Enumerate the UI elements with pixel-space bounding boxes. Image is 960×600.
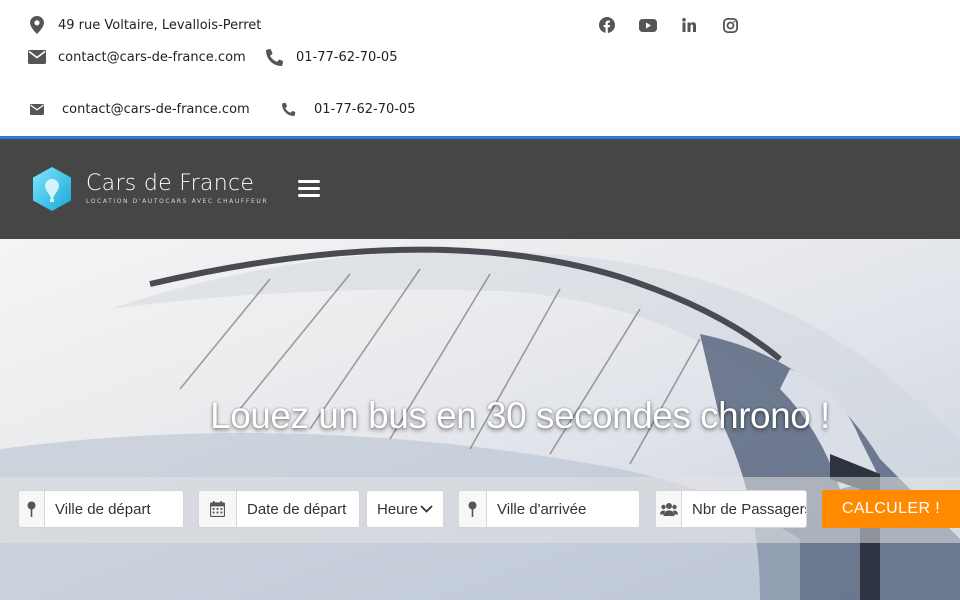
address-text: 49 rue Voltaire, Levallois-Perret bbox=[58, 17, 262, 33]
passengers-field[interactable]: Nbr de Passagers bbox=[655, 490, 807, 528]
phone-icon bbox=[266, 48, 284, 66]
email-link-secondary[interactable]: contact@cars-de-france.com bbox=[62, 102, 250, 117]
instagram-icon[interactable] bbox=[721, 15, 739, 35]
arrival-city-input[interactable]: Ville d'arrivée bbox=[486, 490, 640, 528]
linkedin-icon[interactable] bbox=[680, 15, 698, 35]
envelope-icon bbox=[28, 48, 46, 66]
chevron-down-icon bbox=[420, 505, 433, 513]
calendar-icon bbox=[198, 490, 236, 528]
phone-link-secondary[interactable]: 01-77-62-70-05 bbox=[314, 102, 415, 117]
brand-tagline: Location d'autocars avec chauffeur bbox=[86, 198, 269, 205]
phone-icon bbox=[280, 100, 298, 118]
hero-title: Louez un bus en 30 secondes chrono ! bbox=[210, 395, 830, 436]
phone-link[interactable]: 01-77-62-70-05 bbox=[296, 50, 397, 65]
address-row: 49 rue Voltaire, Levallois-Perret bbox=[28, 16, 261, 34]
users-icon bbox=[655, 490, 681, 528]
top-contact-bar: 49 rue Voltaire, Levallois-Perret contac… bbox=[0, 0, 960, 136]
map-pin-icon bbox=[458, 490, 486, 528]
social-links bbox=[598, 15, 739, 35]
hour-field[interactable]: Heure bbox=[366, 490, 444, 528]
phone-row[interactable]: 01-77-62-70-05 bbox=[266, 48, 397, 66]
facebook-icon[interactable] bbox=[598, 15, 616, 35]
departure-city-input[interactable]: Ville de départ bbox=[44, 490, 184, 528]
map-marker-icon bbox=[28, 16, 46, 34]
youtube-icon[interactable] bbox=[639, 15, 657, 35]
departure-field[interactable]: Ville de départ bbox=[18, 490, 184, 528]
date-field[interactable]: Date de départ bbox=[198, 490, 360, 528]
phone-row-secondary[interactable]: 01-77-62-70-05 bbox=[280, 100, 415, 118]
brand-name: Cars de France bbox=[86, 171, 255, 196]
email-row[interactable]: contact@cars-de-france.com bbox=[28, 48, 246, 66]
email-row-secondary[interactable]: contact@cars-de-france.com bbox=[28, 100, 250, 118]
departure-date-input[interactable]: Date de départ bbox=[236, 490, 360, 528]
main-navbar: Cars de France Location d'autocars avec … bbox=[0, 139, 960, 239]
envelope-icon bbox=[28, 100, 46, 118]
hero-banner: Louez un bus en 30 secondes chrono ! Vil… bbox=[0, 239, 960, 600]
calculate-button[interactable]: CALCULER ! bbox=[822, 490, 960, 528]
hour-select-value: Heure bbox=[377, 500, 418, 518]
arrival-field[interactable]: Ville d'arrivée bbox=[458, 490, 640, 528]
site-logo[interactable]: Cars de France Location d'autocars avec … bbox=[30, 166, 268, 212]
hour-select[interactable]: Heure bbox=[366, 490, 444, 528]
logo-mark-icon bbox=[33, 167, 71, 211]
map-pin-icon bbox=[18, 490, 44, 528]
passengers-input[interactable]: Nbr de Passagers bbox=[681, 490, 807, 528]
menu-hamburger-icon[interactable] bbox=[298, 180, 320, 198]
email-link[interactable]: contact@cars-de-france.com bbox=[58, 50, 246, 65]
